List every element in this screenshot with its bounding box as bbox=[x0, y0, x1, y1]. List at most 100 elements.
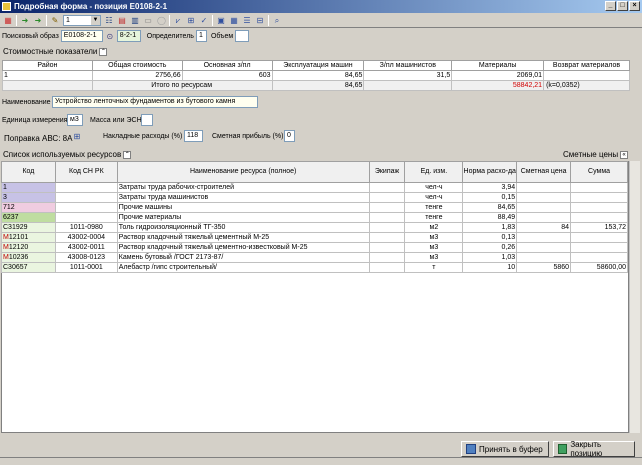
cell-price bbox=[516, 202, 572, 213]
col-header: Код СН РК bbox=[54, 161, 118, 183]
total-machines: 84,65 bbox=[271, 80, 365, 91]
app-icon bbox=[2, 2, 11, 11]
accept-icon bbox=[466, 444, 476, 454]
close-button[interactable]: × bbox=[629, 1, 640, 11]
expand-left-icon[interactable]: « bbox=[620, 150, 629, 159]
table-row[interactable]: 6237 Прочие материалы тенге 88,49 bbox=[1, 212, 628, 223]
cell-snrk bbox=[54, 212, 118, 223]
name-label: Наименование bbox=[2, 99, 51, 106]
overhead-field[interactable]: 118 bbox=[184, 130, 203, 142]
table-row[interactable]: 1 Затраты труда рабочих-строителей чел-ч 3,… bbox=[1, 182, 628, 193]
cell-crew bbox=[368, 242, 406, 253]
cell-price: 5860 bbox=[516, 262, 572, 273]
table-row[interactable]: С30657 1011-0001 Алебастр /гипс строительн… bbox=[1, 262, 628, 273]
cell-snrk bbox=[54, 182, 118, 193]
table-row[interactable]: С31929 1011-0980 Толь гидроизоляционный ТГ… bbox=[1, 222, 628, 233]
col-header: Наименование ресурса (полное) bbox=[116, 161, 370, 183]
close-position-button[interactable]: Закрыть позицию bbox=[553, 440, 635, 458]
cell-unit: м3 bbox=[404, 242, 464, 253]
table-row[interactable]: М10236 43008-0123 Камень бутовый /ГОСТ 217… bbox=[1, 252, 628, 263]
vertical-scrollbar[interactable] bbox=[629, 161, 640, 433]
check-icon[interactable]: ✓ bbox=[199, 15, 209, 25]
cell-unit: чел-ч bbox=[404, 192, 464, 203]
cell-norm: 1,83 bbox=[462, 222, 518, 233]
cell-snrk bbox=[54, 202, 118, 213]
cell-crew bbox=[368, 182, 406, 193]
chart-icon[interactable]: ⩗ bbox=[173, 15, 183, 25]
sheet-icon[interactable]: ▭ bbox=[143, 15, 153, 25]
volume-label: Объем bbox=[210, 32, 234, 40]
circle-icon[interactable]: ◯ bbox=[156, 15, 166, 25]
accept-buffer-button[interactable]: Принять в буфер bbox=[461, 441, 549, 457]
cell-norm: 3,94 bbox=[462, 182, 518, 193]
determinant-field[interactable]: 1 bbox=[195, 30, 207, 42]
cell-sum: 58600,00 bbox=[570, 262, 628, 273]
binoculars-icon[interactable]: ⊙ bbox=[105, 31, 115, 41]
table-row[interactable]: 3 Затраты труда машинистов чел-ч 0,15 bbox=[1, 192, 628, 203]
maximize-button[interactable]: □ bbox=[617, 1, 628, 11]
calculator-icon[interactable]: ⊞ bbox=[186, 15, 196, 25]
cell-code: 1 bbox=[1, 182, 56, 193]
cell-name: Раствор кладочный тяжелый цементно-извес… bbox=[116, 242, 370, 253]
grid-icon[interactable]: ▥ bbox=[130, 15, 140, 25]
cell-name: Затраты труда машинистов bbox=[116, 192, 370, 203]
col-header: Код bbox=[1, 161, 56, 183]
unit-field[interactable]: м3 bbox=[67, 114, 83, 126]
table-row[interactable]: М12101 43002-0004 Раствор кладочный тяжелы… bbox=[1, 232, 628, 243]
col-header: З/пл машинистов bbox=[363, 60, 453, 71]
col-header: Общая стоимость bbox=[91, 60, 183, 71]
list-icon[interactable]: ▦ bbox=[3, 15, 13, 25]
cell-code: 3 bbox=[1, 192, 56, 203]
search-icon[interactable]: ⌕ bbox=[272, 15, 282, 25]
determinant-label: Определитель bbox=[146, 32, 194, 40]
toolbar-separator bbox=[16, 14, 17, 26]
cell-code: С31929 bbox=[1, 222, 56, 233]
cell-name: Прочие материалы bbox=[116, 212, 370, 223]
table-row[interactable]: 712 Прочие машины тенге 84,65 bbox=[1, 202, 628, 213]
name-field[interactable]: Устройство ленточных фундаментов из буто… bbox=[52, 96, 258, 108]
cell-price: 84 bbox=[516, 222, 572, 233]
calculator-icon[interactable]: ⊞ bbox=[72, 131, 82, 141]
cell-norm: 0,13 bbox=[462, 232, 518, 243]
collapse-icon[interactable]: ⌃ bbox=[99, 47, 108, 56]
cell-name: Толь гидроизоляционный ТГ-350 bbox=[116, 222, 370, 233]
cell-unit: чел-ч bbox=[404, 182, 464, 193]
database-icon[interactable]: ▣ bbox=[216, 15, 226, 25]
table-row[interactable]: М12120 43002-0011 Раствор кладочный тяжелы… bbox=[1, 242, 628, 253]
profit-label: Сметная прибыль (%) bbox=[212, 133, 284, 140]
volume-field[interactable] bbox=[235, 30, 250, 42]
cell-price bbox=[516, 252, 572, 263]
export-icon[interactable]: ⊟ bbox=[255, 15, 265, 25]
total-materials: 58842,21 bbox=[451, 80, 545, 91]
tree-icon[interactable]: ☷ bbox=[104, 15, 114, 25]
rows-icon[interactable]: ☰ bbox=[242, 15, 252, 25]
columns-icon[interactable]: ▦ bbox=[229, 15, 239, 25]
cell-sum bbox=[570, 202, 628, 213]
resources-table: Код Код СН РК Наименование ресурса (полн… bbox=[1, 161, 628, 273]
table-icon[interactable]: ▤ bbox=[117, 15, 127, 25]
cell-code: М10236 bbox=[1, 252, 56, 263]
cell-unit: м2 bbox=[404, 222, 464, 233]
cell-unit: тенге bbox=[404, 212, 464, 223]
back-arrow-icon[interactable]: ➜ bbox=[20, 15, 30, 25]
cell-name: Алебастр /гипс строительный/ bbox=[116, 262, 370, 273]
collapse-icon[interactable]: ⌃ bbox=[123, 150, 132, 159]
level-select[interactable]: 1 ▼ bbox=[63, 14, 101, 26]
unit-label: Единица измерения bbox=[2, 117, 68, 124]
cell-norm: 84,65 bbox=[462, 202, 518, 213]
cell-unit: тенге bbox=[404, 202, 464, 213]
status-bar bbox=[0, 457, 642, 465]
cell-unit: м3 bbox=[404, 232, 464, 243]
short-code-field[interactable]: 8-2-1 bbox=[116, 30, 141, 42]
cell-snrk: 1011-0001 bbox=[54, 262, 118, 273]
esn-field[interactable] bbox=[141, 114, 153, 126]
pencil-icon[interactable]: ✎ bbox=[50, 15, 60, 25]
esn-label: Масса или ЭСН bbox=[90, 117, 142, 124]
search-input[interactable]: Е0108-2-1 bbox=[60, 30, 103, 42]
resources-section-header: Список используемых ресурсов ⌃ bbox=[3, 150, 132, 159]
forward-arrow-icon[interactable]: ➜ bbox=[33, 15, 43, 25]
table-row[interactable]: 1 2756,66 603 84,65 31,5 2069,01 bbox=[2, 70, 630, 81]
profit-field[interactable]: 0 bbox=[284, 130, 295, 142]
minimize-button[interactable]: _ bbox=[605, 1, 616, 11]
cell-snrk: 1011-0980 bbox=[54, 222, 118, 233]
